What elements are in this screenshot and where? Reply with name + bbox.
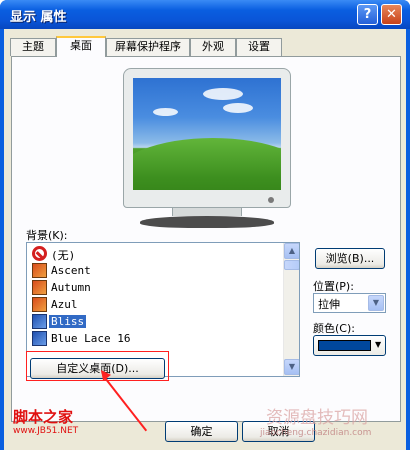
chevron-down-icon: ▼: [375, 340, 382, 349]
close-icon: ✕: [386, 7, 397, 22]
image-file-icon: [32, 280, 47, 295]
dialog-client-area: 主题 桌面 屏幕保护程序 外观 设置 背景(K): (无) Ascent Aut…: [4, 29, 406, 450]
none-icon: [32, 246, 47, 261]
window-title: 显示 属性: [10, 10, 67, 25]
help-button[interactable]: ?: [357, 4, 378, 25]
scroll-down-icon[interactable]: ▼: [284, 359, 299, 375]
display-properties-window: 显示 属性 ? ✕ 主题 桌面 屏幕保护程序 外观 设置 背景(K): (无) …: [0, 0, 410, 450]
chevron-down-icon[interactable]: ▼: [368, 295, 384, 311]
vertical-scrollbar[interactable]: ▲ ▼: [283, 243, 299, 376]
watermark-right: 资源盘技巧网: [266, 408, 368, 428]
position-label: 位置(P):: [313, 280, 354, 293]
power-led-icon: [268, 197, 274, 203]
wallpaper-preview: [133, 78, 281, 190]
position-select[interactable]: 拉伸 ▼: [313, 293, 386, 313]
browse-button[interactable]: 浏览(B)...: [315, 248, 385, 269]
ok-button[interactable]: 确定: [165, 421, 238, 442]
color-label: 颜色(C):: [313, 322, 355, 335]
watermark-left-url: www.JB51.NET: [13, 426, 79, 436]
image-file-icon: [32, 297, 47, 312]
title-bar[interactable]: 显示 属性 ? ✕: [0, 0, 410, 29]
color-picker-button[interactable]: ▼: [313, 335, 386, 356]
monitor-base: [140, 216, 274, 228]
color-swatch: [318, 340, 371, 351]
list-item[interactable]: Blue Lace 16: [29, 330, 283, 347]
monitor-stand: [172, 208, 242, 216]
scroll-up-icon[interactable]: ▲: [284, 243, 299, 259]
background-label: 背景(K):: [26, 229, 68, 242]
image-file-icon: [32, 331, 47, 346]
tab-themes[interactable]: 主题: [10, 38, 56, 56]
list-item[interactable]: Autumn: [29, 279, 283, 296]
watermark-right-url: jiaocheng.chazidian.com: [260, 428, 372, 438]
image-file-icon: [32, 263, 47, 278]
tab-settings[interactable]: 设置: [236, 38, 282, 56]
list-item[interactable]: (无): [29, 245, 283, 262]
annotation-highlight-box: [26, 351, 169, 381]
close-button[interactable]: ✕: [381, 4, 402, 25]
tab-desktop[interactable]: 桌面: [56, 36, 106, 57]
list-item-selected[interactable]: Bliss: [29, 313, 283, 330]
scrollbar-thumb[interactable]: [284, 260, 299, 270]
image-file-icon: [32, 314, 47, 329]
help-icon: ?: [363, 7, 372, 22]
list-item[interactable]: Azul: [29, 296, 283, 313]
list-item[interactable]: Ascent: [29, 262, 283, 279]
watermark-left: 脚本之家: [13, 408, 74, 426]
tab-appearance[interactable]: 外观: [190, 38, 236, 56]
tab-screensaver[interactable]: 屏幕保护程序: [106, 38, 190, 56]
monitor-preview: [123, 68, 291, 208]
